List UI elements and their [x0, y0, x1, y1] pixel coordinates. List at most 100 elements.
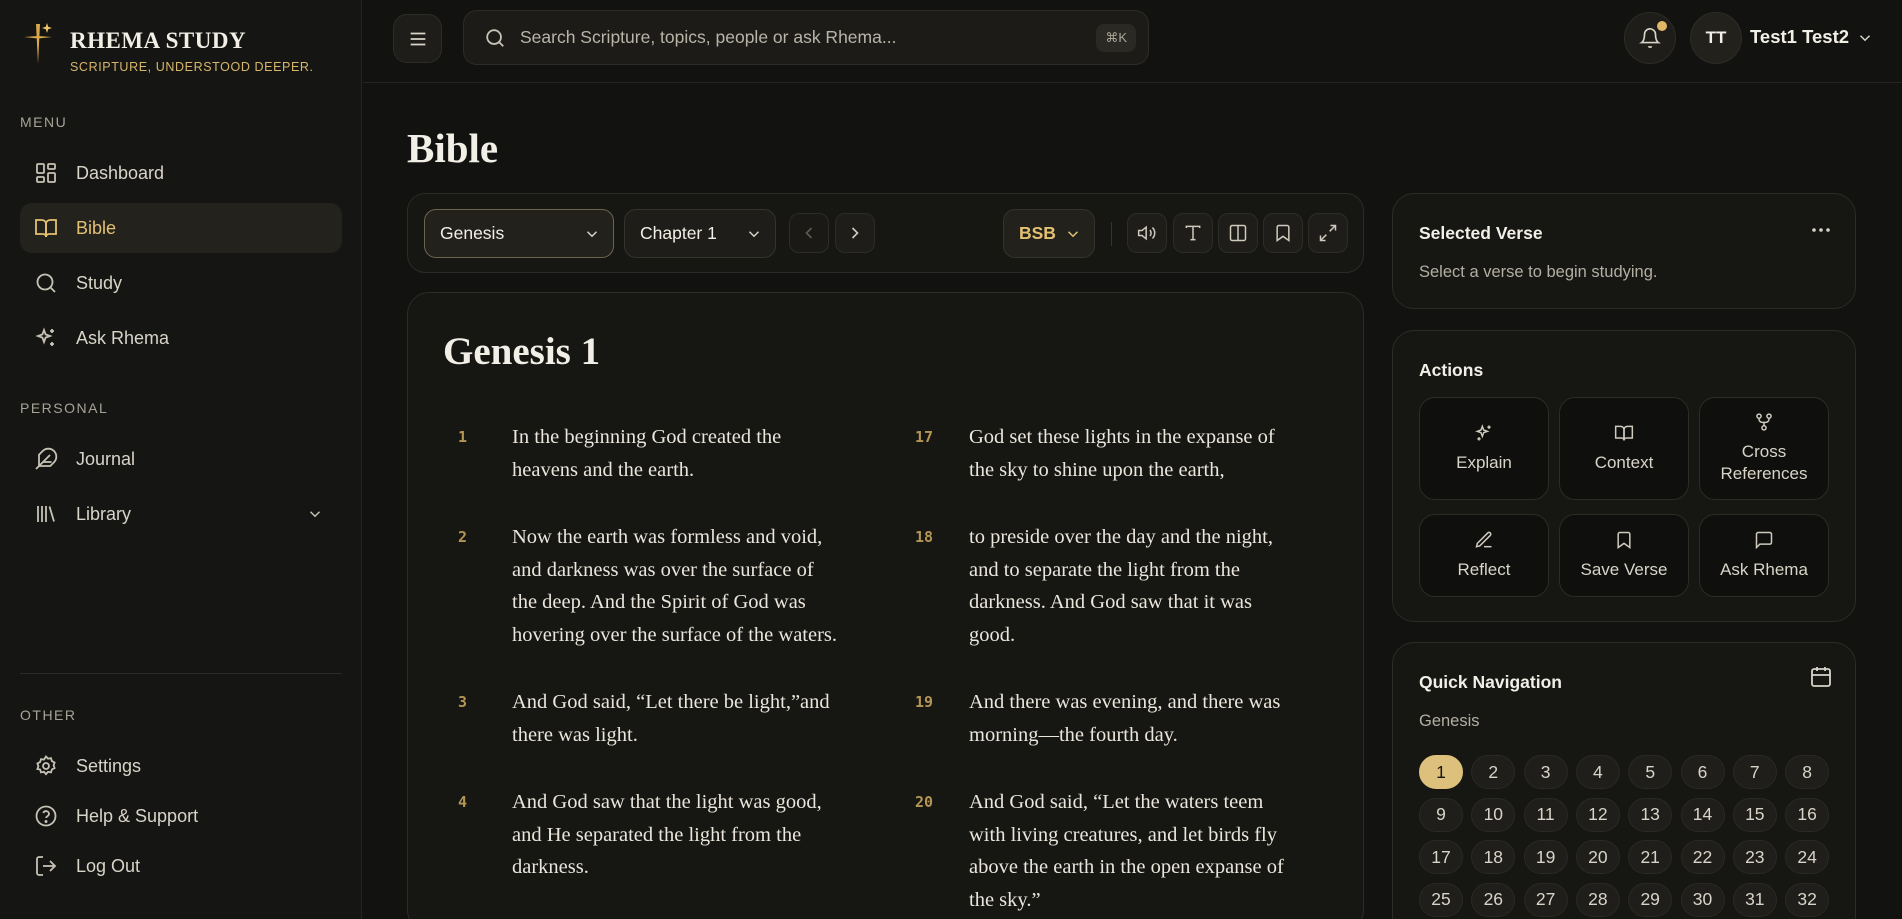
- context-button[interactable]: Context: [1559, 397, 1689, 500]
- reader-toolbar: Genesis Chapter 1 BSB: [407, 193, 1364, 273]
- fullscreen-button[interactable]: [1308, 213, 1348, 253]
- reflect-button[interactable]: Reflect: [1419, 514, 1549, 597]
- chapter-chip[interactable]: 28: [1575, 882, 1620, 917]
- chapter-chip[interactable]: 6: [1680, 755, 1725, 789]
- chapter-chip[interactable]: 14: [1680, 797, 1725, 832]
- calendar-icon[interactable]: [1809, 665, 1833, 689]
- sidebar-item-ask-rhema[interactable]: Ask Rhema: [20, 313, 342, 363]
- sidebar-item-journal[interactable]: Journal: [20, 434, 342, 484]
- chevron-down-icon: [586, 231, 598, 238]
- audio-button[interactable]: [1127, 213, 1167, 253]
- chapter-chip[interactable]: 7: [1732, 755, 1777, 789]
- chapter-select[interactable]: Chapter 1: [624, 209, 776, 258]
- sidebar-item-library[interactable]: Library: [20, 489, 342, 539]
- toolbar-divider: [1111, 222, 1112, 246]
- chapter-chip[interactable]: 29: [1628, 882, 1673, 917]
- explain-button[interactable]: Explain: [1419, 397, 1549, 500]
- chapter-chip[interactable]: 20: [1575, 840, 1620, 874]
- sidebar-item-label: Library: [76, 503, 132, 524]
- next-chapter-button[interactable]: [835, 213, 875, 253]
- gear-icon: [36, 755, 56, 776]
- chapter-chip[interactable]: 21: [1628, 840, 1673, 874]
- search-shortcut-badge: ⌘K: [1096, 24, 1136, 52]
- chapter-chip[interactable]: 17: [1419, 840, 1463, 874]
- verse[interactable]: 2 Now the earth was formless and void, an…: [458, 521, 838, 651]
- verse[interactable]: 18 to preside over the day and the night,…: [915, 521, 1295, 651]
- chapter-chip[interactable]: 4: [1575, 755, 1620, 789]
- chapter-chip[interactable]: 2: [1471, 755, 1516, 789]
- chapter-chip[interactable]: 8: [1785, 755, 1830, 789]
- action-label: Ask Rhema: [1720, 560, 1808, 579]
- avatar[interactable]: TT: [1690, 12, 1742, 64]
- book-open-icon: [1614, 425, 1634, 441]
- chapter-chip[interactable]: 32: [1785, 882, 1830, 917]
- sidebar-item-study[interactable]: Study: [20, 258, 342, 308]
- chapter-chip[interactable]: 18: [1471, 840, 1516, 874]
- bookmark-button[interactable]: [1263, 213, 1303, 253]
- previous-chapter-button[interactable]: [789, 213, 829, 253]
- sidebar-item-bible[interactable]: Bible: [20, 203, 342, 253]
- verse-text: And there was evening, and there was mor…: [969, 691, 1281, 746]
- verse[interactable]: 3 And God said, “Let there be light,”and …: [458, 686, 838, 751]
- chapter-chip[interactable]: 26: [1471, 882, 1516, 917]
- chapter-chip[interactable]: 27: [1523, 882, 1568, 917]
- chapter-chip[interactable]: 16: [1785, 797, 1830, 832]
- save-verse-button[interactable]: Save Verse: [1559, 514, 1689, 597]
- chapter-chip[interactable]: 23: [1732, 840, 1777, 874]
- chapter-chip[interactable]: 15: [1732, 797, 1777, 832]
- chapter-chip[interactable]: 31: [1732, 882, 1777, 917]
- chapter-chip[interactable]: 3: [1523, 755, 1568, 789]
- text-settings-button[interactable]: [1173, 213, 1213, 253]
- verse[interactable]: 20 And God said, “Let the waters teem wit…: [915, 786, 1295, 916]
- version-select[interactable]: BSB: [1003, 209, 1095, 258]
- version-select-value: BSB: [1019, 223, 1056, 243]
- chapter-chip[interactable]: 13: [1628, 797, 1673, 832]
- text-icon: [1185, 225, 1201, 241]
- sidebar-item-log-out[interactable]: Log Out: [20, 841, 342, 891]
- cross-references-button[interactable]: Cross References: [1699, 397, 1829, 500]
- verse[interactable]: 1 In the beginning God created the heaven…: [458, 421, 838, 486]
- chapter-chip[interactable]: 10: [1471, 797, 1516, 832]
- feather-icon: [35, 447, 58, 470]
- chapter-chip[interactable]: 22: [1680, 840, 1725, 874]
- chapter-chip[interactable]: 5: [1628, 755, 1673, 789]
- chapter-chip[interactable]: 24: [1785, 840, 1830, 874]
- search-icon: [36, 273, 56, 293]
- chapter-chip[interactable]: 25: [1419, 882, 1463, 917]
- chapter-chip[interactable]: 19: [1523, 840, 1568, 874]
- menu-section-label: MENU: [20, 114, 68, 130]
- chapter-chip[interactable]: 12: [1575, 797, 1620, 832]
- menu-toggle-button[interactable]: [393, 14, 442, 63]
- verse-text: God set these lights in the expanse of t…: [969, 426, 1275, 481]
- sidebar-item-help-support[interactable]: Help & Support: [20, 791, 342, 841]
- chapter-chip[interactable]: 1: [1419, 755, 1463, 789]
- brand[interactable]: RHEMA STUDY SCRIPTURE, UNDERSTOOD DEEPER…: [20, 20, 314, 74]
- chapter-title: Genesis 1: [443, 330, 601, 373]
- verse[interactable]: 17 God set these lights in the expanse of…: [915, 421, 1295, 486]
- chapter-chip[interactable]: 9: [1419, 797, 1463, 832]
- book-select[interactable]: Genesis: [424, 209, 614, 258]
- user-name[interactable]: Test1 Test2: [1750, 26, 1849, 48]
- bookmark-icon: [1617, 531, 1631, 549]
- sidebar-item-settings[interactable]: Settings: [20, 741, 342, 791]
- brand-name: RHEMA STUDY: [70, 28, 247, 53]
- chapter-chip[interactable]: 11: [1523, 797, 1568, 832]
- quick-navigation-title: Quick Navigation: [1419, 672, 1562, 692]
- more-horizontal-icon[interactable]: [1809, 218, 1833, 242]
- search-input[interactable]: [520, 27, 1080, 48]
- bell-icon: [1639, 28, 1661, 49]
- verse[interactable]: 4 And God saw that the light was good, an…: [458, 786, 838, 884]
- chevron-down-icon[interactable]: [1856, 29, 1874, 47]
- verse-text: Now the earth was formless and void, and…: [512, 526, 838, 646]
- sidebar-item-dashboard[interactable]: Dashboard: [20, 148, 342, 198]
- columns-view-button[interactable]: [1218, 213, 1258, 253]
- chapter-chip[interactable]: 30: [1680, 882, 1725, 917]
- book-select-value: Genesis: [440, 223, 505, 243]
- verse[interactable]: 19 And there was evening, and there was m…: [915, 686, 1295, 751]
- chevron-left-icon: [805, 227, 813, 239]
- book-open-icon: [35, 219, 57, 238]
- notifications-button[interactable]: [1624, 12, 1676, 64]
- chevron-down-icon: [748, 231, 760, 238]
- ask-rhema-button[interactable]: Ask Rhema: [1699, 514, 1829, 597]
- search-bar[interactable]: ⌘K: [463, 10, 1149, 65]
